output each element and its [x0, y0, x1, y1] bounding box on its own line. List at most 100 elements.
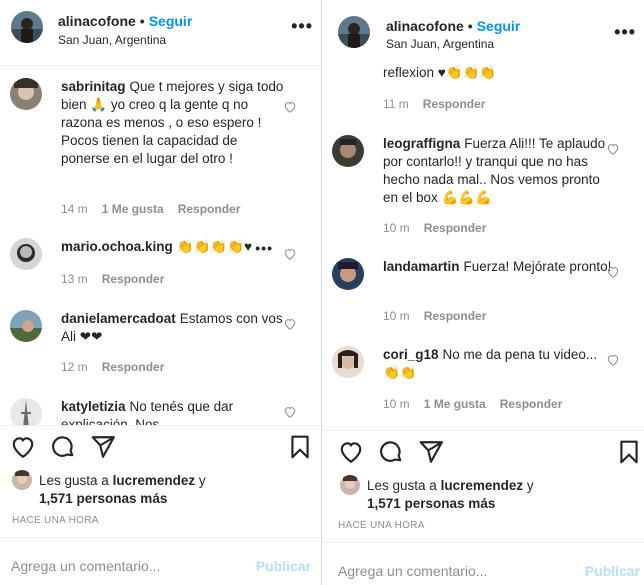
likes-suffix: y: [198, 473, 206, 488]
comment-item: katyletizia No tenés que dar explicación.…: [0, 398, 321, 425]
comment-time[interactable]: 10 m: [383, 309, 410, 323]
post-actions: Les gusta a lucremendez y 1,571 personas…: [0, 425, 321, 585]
comment-meta: 12 m Responder: [61, 360, 178, 374]
comment-item: reflexion ♥👏👏👏 11 m Responder: [322, 64, 644, 114]
liker-avatar[interactable]: [340, 475, 360, 495]
bookmark-icon[interactable]: [616, 439, 642, 465]
comment-username[interactable]: landamartin: [383, 259, 460, 274]
reply-button[interactable]: Responder: [102, 272, 165, 286]
comment-icon[interactable]: [50, 434, 76, 460]
follow-button[interactable]: Seguir: [149, 13, 193, 29]
author-line: alinacofone • Seguir: [58, 13, 192, 29]
comment-likes-count[interactable]: 1 Me gusta: [102, 202, 164, 216]
author-avatar[interactable]: [11, 11, 43, 43]
likes-prefix: Les gusta a: [39, 473, 109, 488]
comment-meta: 11 m Responder: [383, 97, 499, 111]
comments-list[interactable]: reflexion ♥👏👏👏 11 m Responder leograffign…: [322, 58, 644, 430]
comment-body: reflexion ♥👏👏👏: [383, 65, 497, 80]
post-header: alinacofone • Seguir San Juan, Argentina •…: [322, 0, 644, 58]
comment-item: danielamercadoat Estamos con vos Ali ❤❤ 1…: [0, 310, 321, 390]
comment-username[interactable]: cori_g18: [383, 347, 439, 362]
publish-button[interactable]: Publicar: [585, 563, 640, 579]
likes-line-1: Les gusta a lucremendez y: [39, 472, 206, 490]
separator-dot: •: [467, 18, 473, 34]
comment-username[interactable]: katyletizia: [61, 399, 126, 414]
post-panel-right: reflexion ♥👏👏👏 11 m Responder leograffign…: [322, 0, 644, 585]
reply-button[interactable]: Responder: [424, 221, 487, 235]
like-comment-heart-icon[interactable]: [606, 142, 620, 156]
comment-text: leograffigna Fuerza Ali!!! Te aplaudo por…: [383, 135, 612, 207]
comment-time[interactable]: 12 m: [61, 360, 88, 374]
post-actions: Les gusta a lucremendez y 1,571 personas…: [322, 430, 644, 585]
comment-time[interactable]: 10 m: [383, 397, 410, 411]
liker-username[interactable]: lucremendez: [113, 473, 196, 488]
comment-time[interactable]: 13 m: [61, 272, 88, 286]
like-comment-heart-icon[interactable]: [283, 405, 297, 419]
publish-button[interactable]: Publicar: [256, 558, 311, 574]
comment-icon[interactable]: [378, 439, 404, 465]
comment-username[interactable]: sabrinitag: [61, 79, 126, 94]
commenter-avatar[interactable]: [10, 398, 42, 425]
commenter-avatar[interactable]: [332, 258, 364, 290]
post-location[interactable]: San Juan, Argentina: [386, 37, 494, 51]
commenter-avatar[interactable]: [10, 78, 42, 110]
comment-item: landamartin Fuerza! Mejórate pronto! 10 m…: [322, 258, 644, 328]
commenter-avatar[interactable]: [10, 238, 42, 270]
reply-button[interactable]: Responder: [423, 97, 486, 111]
separator-dot: •: [139, 13, 145, 29]
author-username[interactable]: alinacofone: [386, 18, 464, 34]
more-options-icon[interactable]: •••: [614, 22, 636, 43]
commenter-avatar[interactable]: [332, 135, 364, 167]
author-avatar[interactable]: [338, 16, 370, 48]
comment-time[interactable]: 11 m: [383, 97, 409, 111]
comment-time[interactable]: 14 m: [61, 202, 88, 216]
comment-text: cori_g18 No me da pena tu video...👏👏: [383, 346, 612, 382]
likes-others[interactable]: 1,571 personas más: [367, 495, 495, 513]
post-time-ago[interactable]: HACE UNA HORA: [12, 515, 99, 526]
comment-text: reflexion ♥👏👏👏: [383, 64, 612, 82]
liker-username[interactable]: lucremendez: [441, 478, 524, 493]
heart-icon[interactable]: [338, 439, 364, 465]
like-comment-heart-icon[interactable]: [606, 353, 620, 367]
reply-button[interactable]: Responder: [424, 309, 487, 323]
more-options-icon[interactable]: •••: [291, 16, 313, 37]
commenter-avatar[interactable]: [332, 346, 364, 378]
like-comment-heart-icon[interactable]: [606, 265, 620, 279]
reply-button[interactable]: Responder: [178, 202, 241, 216]
comment-meta: 10 m Responder: [383, 309, 500, 323]
comment-meta: 14 m 1 Me gusta Responder: [61, 202, 254, 216]
comment-body: 👏👏👏👏♥: [176, 239, 253, 254]
share-icon[interactable]: [418, 439, 444, 465]
likes-others[interactable]: 1,571 personas más: [39, 490, 167, 508]
comment-body: Fuerza! Mejórate pronto!: [463, 259, 612, 274]
likes-prefix: Les gusta a: [367, 478, 437, 493]
share-icon[interactable]: [90, 434, 116, 460]
comment-more-icon[interactable]: •••: [255, 240, 273, 256]
comment-item: cori_g18 No me da pena tu video...👏👏 10 m…: [322, 346, 644, 416]
comment-time[interactable]: 10 m: [383, 221, 410, 235]
comment-input[interactable]: Agrega un comentario...: [11, 558, 160, 574]
comment-text: landamartin Fuerza! Mejórate pronto!: [383, 258, 612, 276]
bookmark-icon[interactable]: [287, 434, 313, 460]
comment-username[interactable]: leograffigna: [383, 136, 460, 151]
post-time-ago[interactable]: HACE UNA HORA: [338, 520, 425, 531]
comment-username[interactable]: danielamercadoat: [61, 311, 176, 326]
like-comment-heart-icon[interactable]: [283, 100, 297, 114]
comment-likes-count[interactable]: 1 Me gusta: [424, 397, 486, 411]
heart-icon[interactable]: [10, 434, 36, 460]
comments-list[interactable]: sabrinitag Que t mejores y siga todo bien…: [0, 66, 321, 425]
liker-avatar[interactable]: [12, 470, 32, 490]
like-comment-heart-icon[interactable]: [283, 317, 297, 331]
post-header: alinacofone • Seguir San Juan, Argentina •…: [0, 0, 321, 66]
comment-input[interactable]: Agrega un comentario...: [338, 563, 487, 579]
reply-button[interactable]: Responder: [500, 397, 563, 411]
reply-button[interactable]: Responder: [102, 360, 165, 374]
commenter-avatar[interactable]: [10, 310, 42, 342]
comment-username[interactable]: mario.ochoa.king: [61, 239, 173, 254]
like-comment-heart-icon[interactable]: [283, 247, 297, 261]
author-username[interactable]: alinacofone: [58, 13, 136, 29]
comment-text: danielamercadoat Estamos con vos Ali ❤❤: [61, 310, 289, 346]
post-location[interactable]: San Juan, Argentina: [58, 33, 166, 47]
follow-button[interactable]: Seguir: [477, 18, 521, 34]
comment-meta: 10 m Responder: [383, 221, 500, 235]
